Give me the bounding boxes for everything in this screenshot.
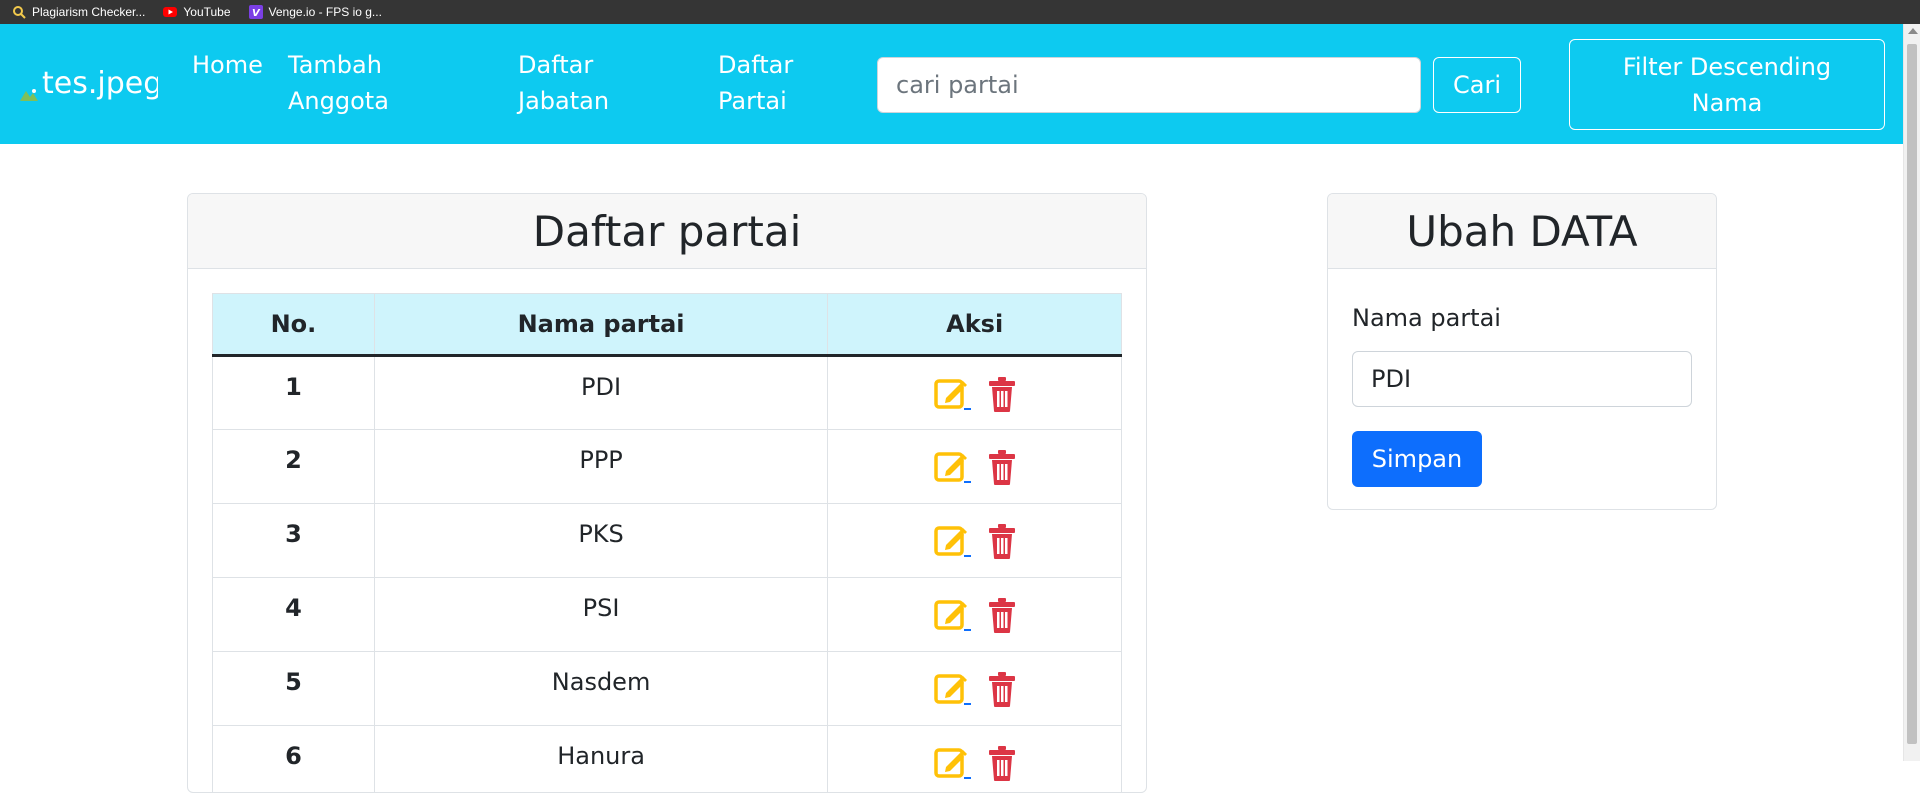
row-number: 3 xyxy=(213,504,375,578)
svg-text:V: V xyxy=(252,8,261,19)
row-number: 5 xyxy=(213,652,375,726)
row-action-group xyxy=(828,742,1121,782)
column-header-no: No. xyxy=(213,294,375,356)
party-table: No. Nama partai Aksi 1 PDI xyxy=(212,293,1122,793)
trash-icon[interactable] xyxy=(987,596,1017,634)
scrollbar-thumb[interactable] xyxy=(1907,44,1917,744)
row-party-name: PPP xyxy=(374,430,827,504)
nav-daftar-jabatan[interactable]: Daftar Jabatan xyxy=(518,47,628,119)
trash-icon[interactable] xyxy=(987,375,1017,413)
table-header-row: No. Nama partai Aksi xyxy=(213,294,1122,356)
trash-icon[interactable] xyxy=(987,448,1017,486)
search-input[interactable] xyxy=(877,57,1421,113)
row-actions xyxy=(828,356,1122,430)
scroll-up-arrow-icon[interactable] xyxy=(1908,28,1918,34)
edit-card-title: Ubah DATA xyxy=(1328,194,1716,269)
brand-logo[interactable]: tes.jpeg xyxy=(18,66,158,101)
party-list-card: Daftar partai No. Nama partai Aksi 1 PDI xyxy=(187,193,1147,793)
row-action-group xyxy=(828,446,1121,486)
row-actions xyxy=(828,504,1122,578)
row-actions xyxy=(828,578,1122,652)
edit-icon[interactable] xyxy=(933,670,973,708)
row-number: 6 xyxy=(213,726,375,793)
row-action-group xyxy=(828,668,1121,708)
table-row: 3 PKS xyxy=(213,504,1122,578)
table-row: 5 Nasdem xyxy=(213,652,1122,726)
party-name-label: Nama partai xyxy=(1352,304,1501,332)
nav-home[interactable]: Home xyxy=(192,47,272,83)
bookmarks-bar: Plagiarism Checker... YouTube V Venge.io… xyxy=(0,0,1920,24)
trash-icon[interactable] xyxy=(987,744,1017,782)
row-party-name: PDI xyxy=(374,356,827,430)
column-header-actions: Aksi xyxy=(828,294,1122,356)
row-actions xyxy=(828,430,1122,504)
row-party-name: Hanura xyxy=(374,726,827,793)
row-action-group xyxy=(828,594,1121,634)
navbar: tes.jpeg Home Tambah Anggota Daftar Jaba… xyxy=(0,24,1903,144)
edit-icon[interactable] xyxy=(933,522,973,560)
bookmark-venge[interactable]: V Venge.io - FPS io g... xyxy=(249,5,382,19)
row-number: 4 xyxy=(213,578,375,652)
filter-descending-button[interactable]: Filter Descending Nama xyxy=(1569,39,1885,130)
row-actions xyxy=(828,726,1122,793)
page-scrollbar[interactable] xyxy=(1903,24,1920,761)
broken-image-icon xyxy=(18,76,40,92)
magnifier-icon xyxy=(12,5,26,19)
table-row: 6 Hanura xyxy=(213,726,1122,793)
row-number: 2 xyxy=(213,430,375,504)
youtube-icon xyxy=(163,5,177,19)
edit-party-card: Ubah DATA Nama partai Simpan xyxy=(1327,193,1717,510)
bookmark-plagiarism[interactable]: Plagiarism Checker... xyxy=(12,5,145,19)
save-button[interactable]: Simpan xyxy=(1352,431,1482,487)
nav-daftar-partai[interactable]: Daftar Partai xyxy=(718,47,818,119)
edit-icon[interactable] xyxy=(933,448,973,486)
bookmark-youtube[interactable]: YouTube xyxy=(163,5,230,19)
edit-icon[interactable] xyxy=(933,744,973,782)
row-party-name: PKS xyxy=(374,504,827,578)
venge-icon: V xyxy=(249,5,263,19)
search-button[interactable]: Cari xyxy=(1433,57,1521,113)
column-header-name: Nama partai xyxy=(374,294,827,356)
table-row: 1 PDI xyxy=(213,356,1122,430)
row-action-group xyxy=(828,520,1121,560)
edit-icon[interactable] xyxy=(933,375,973,413)
party-name-input[interactable] xyxy=(1352,351,1692,407)
table-row: 2 PPP xyxy=(213,430,1122,504)
trash-icon[interactable] xyxy=(987,522,1017,560)
table-row: 4 PSI xyxy=(213,578,1122,652)
row-party-name: Nasdem xyxy=(374,652,827,726)
edit-icon[interactable] xyxy=(933,596,973,634)
row-number: 1 xyxy=(213,356,375,430)
row-action-group xyxy=(828,373,1121,413)
party-list-title: Daftar partai xyxy=(188,194,1146,269)
row-actions xyxy=(828,652,1122,726)
row-party-name: PSI xyxy=(374,578,827,652)
nav-tambah-anggota[interactable]: Tambah Anggota xyxy=(288,47,418,119)
trash-icon[interactable] xyxy=(987,670,1017,708)
